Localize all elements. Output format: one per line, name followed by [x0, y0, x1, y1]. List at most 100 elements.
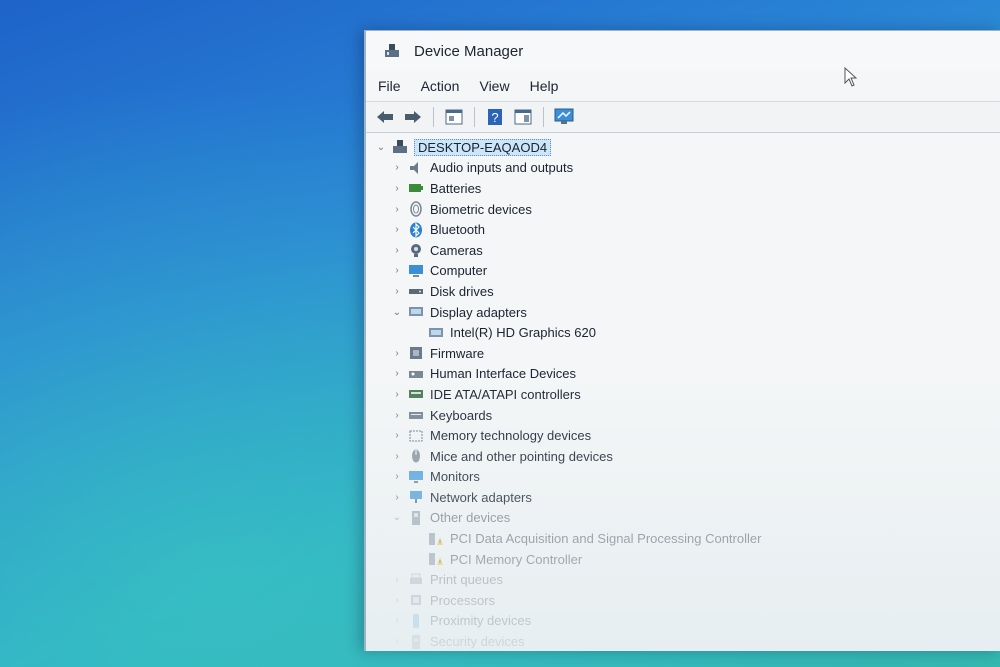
device-category-list: › Audio inputs and outputs › Batteries › Biom… — [366, 158, 1000, 651]
disk-icon — [409, 289, 423, 295]
tree-category-item[interactable]: › Audio inputs and outputs — [366, 158, 1000, 179]
tree-category-item[interactable]: › Network adapters — [366, 487, 1000, 508]
expand-chevron-icon[interactable]: › — [390, 451, 404, 462]
tree-item-label: Processors — [430, 592, 496, 608]
tree-category-item[interactable]: › IDE ATA/ATAPI controllers — [366, 384, 1000, 405]
expand-chevron-icon[interactable]: › — [390, 183, 404, 194]
display-adapter-icon — [429, 327, 443, 337]
expand-chevron-icon[interactable]: › — [390, 224, 404, 235]
firmware-icon — [410, 347, 422, 360]
tree-item-label: Intel(R) HD Graphics 620 — [450, 325, 596, 341]
help-icon: ? — [488, 109, 502, 125]
toolbar-separator — [474, 107, 475, 127]
tree-category-item[interactable]: › Mice and other pointing devices — [366, 446, 1000, 467]
tree-item-label: Keyboards — [430, 407, 493, 423]
tree-root[interactable]: ⌄ DESKTOP-EAQAOD4 — [366, 137, 1000, 158]
tree-device-item[interactable]: Intel(R) HD Graphics 620 — [366, 322, 1000, 343]
expand-chevron-icon[interactable]: › — [390, 636, 404, 647]
tree-category-item[interactable]: › Bluetooth — [366, 219, 1000, 240]
tree-device-item[interactable]: PCI Memory Controller — [366, 549, 1000, 570]
collapse-chevron-icon[interactable]: ⌄ — [390, 512, 404, 523]
help-button[interactable]: ? — [484, 106, 506, 128]
fingerprint-icon — [410, 201, 422, 217]
expand-chevron-icon[interactable]: › — [390, 204, 404, 215]
tree-category-item[interactable]: ⌄ Other devices — [366, 508, 1000, 529]
menu-action[interactable]: Action — [421, 78, 460, 94]
tree-item-label: PCI Memory Controller — [450, 551, 583, 567]
tree-item-label: Other devices — [430, 510, 511, 526]
tree-category-item[interactable]: › Proximity devices — [366, 611, 1000, 632]
menu-help[interactable]: Help — [530, 78, 559, 94]
tree-category-item[interactable]: › Monitors — [366, 467, 1000, 488]
tree-item-label: PCI Data Acquisition and Signal Processi… — [450, 531, 762, 547]
menu-bar: File Action View Help — [366, 71, 1000, 101]
tree-category-item[interactable]: ⌄ Display adapters — [366, 302, 1000, 323]
panel-icon — [514, 109, 532, 125]
tree-item-label: Security devices — [430, 634, 525, 650]
scan-hardware-button[interactable] — [553, 106, 575, 128]
menu-file[interactable]: File — [378, 78, 401, 94]
tree-item-label: Audio inputs and outputs — [430, 160, 574, 176]
tree-item-label: Bluetooth — [430, 222, 485, 238]
tree-category-item[interactable]: › Firmware — [366, 343, 1000, 364]
expand-chevron-icon[interactable]: › — [390, 389, 404, 400]
ide-icon — [409, 390, 423, 399]
tree-category-item[interactable]: › Processors — [366, 590, 1000, 611]
properties-button[interactable] — [443, 106, 465, 128]
tree-category-item[interactable]: › Computer — [366, 261, 1000, 282]
forward-button[interactable] — [402, 106, 424, 128]
expand-chevron-icon[interactable]: › — [390, 162, 404, 173]
expand-chevron-icon[interactable]: › — [390, 348, 404, 359]
toolbar: ? — [366, 101, 1000, 133]
processor-icon — [411, 595, 421, 606]
bluetooth-icon — [410, 222, 422, 238]
mouse-icon — [412, 449, 420, 463]
expand-chevron-icon[interactable]: › — [390, 471, 404, 482]
expand-chevron-icon[interactable]: › — [390, 245, 404, 256]
expand-chevron-icon[interactable]: › — [390, 368, 404, 379]
tree-category-item[interactable]: › Print queues — [366, 569, 1000, 590]
mouse-cursor-icon — [844, 67, 858, 87]
tree-item-label: Disk drives — [430, 283, 494, 299]
tree-category-item[interactable]: › Batteries — [366, 178, 1000, 199]
tree-item-label: Cameras — [430, 242, 483, 258]
display-adapter-icon — [409, 307, 423, 317]
window-title: Device Manager — [414, 42, 524, 60]
title-bar: Device Manager — [366, 31, 1000, 71]
tree-category-item[interactable]: › Cameras — [366, 240, 1000, 261]
tree-category-item[interactable]: › Biometric devices — [366, 199, 1000, 220]
tree-category-item[interactable]: › Memory technology devices — [366, 425, 1000, 446]
back-button[interactable] — [374, 106, 396, 128]
security-icon — [412, 634, 420, 649]
tree-category-item[interactable]: › Disk drives — [366, 281, 1000, 302]
collapse-chevron-icon[interactable]: ⌄ — [390, 307, 404, 318]
computer-icon — [409, 264, 423, 277]
tree-item-label: Batteries — [430, 180, 482, 196]
expand-chevron-icon[interactable]: › — [390, 286, 404, 297]
expand-chevron-icon[interactable]: › — [390, 492, 404, 503]
tree-category-item[interactable]: › Keyboards — [366, 405, 1000, 426]
device-manager-window: Device Manager File Action View Help ? ⌄… — [364, 30, 1000, 651]
tree-item-label: Biometric devices — [430, 201, 532, 217]
tree-category-item[interactable]: › Security devices — [366, 631, 1000, 651]
menu-view[interactable]: View — [479, 78, 509, 94]
collapse-chevron-icon[interactable]: ⌄ — [374, 142, 388, 153]
monitor-icon — [409, 470, 423, 483]
tree-item-label: Human Interface Devices — [430, 366, 576, 382]
device-manager-icon — [385, 44, 399, 57]
expand-chevron-icon[interactable]: › — [390, 595, 404, 606]
tree-category-item[interactable]: › Human Interface Devices — [366, 364, 1000, 385]
svg-text:?: ? — [491, 110, 498, 125]
expand-chevron-icon[interactable]: › — [390, 615, 404, 626]
tree-item-label: Print queues — [430, 572, 503, 588]
battery-icon — [409, 184, 423, 193]
tree-device-item[interactable]: PCI Data Acquisition and Signal Processi… — [366, 528, 1000, 549]
expand-chevron-icon[interactable]: › — [390, 410, 404, 421]
proximity-icon — [413, 613, 419, 628]
expand-chevron-icon[interactable]: › — [390, 265, 404, 276]
other-devices-icon — [412, 510, 420, 525]
expand-chevron-icon[interactable]: › — [390, 430, 404, 441]
show-hide-panel-button[interactable] — [512, 106, 534, 128]
expand-chevron-icon[interactable]: › — [390, 574, 404, 585]
speaker-icon — [410, 161, 418, 174]
